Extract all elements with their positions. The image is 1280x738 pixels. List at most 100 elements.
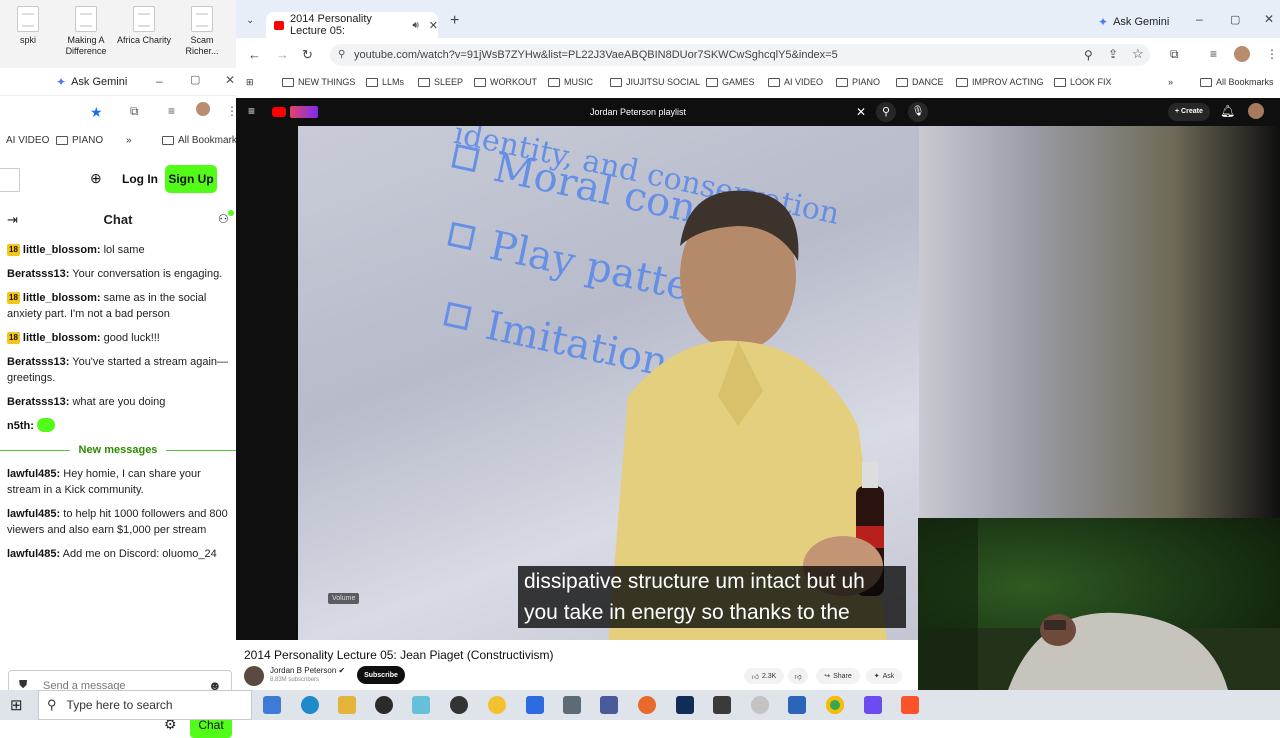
tab-search-icon[interactable]: ⌄ [246,15,254,26]
bookmark-improv-acting[interactable]: IMPROV ACTING [956,77,1044,87]
ask-gemini-button[interactable]: ✦ Ask Gemini [1098,15,1169,29]
chat-username[interactable]: Beratsss13 [7,268,66,280]
profile-avatar[interactable] [1234,46,1250,62]
channel-name[interactable]: Jordan B Peterson ✔ [270,666,345,675]
hamburger-menu-icon[interactable]: ≡ [248,104,255,118]
share-button[interactable]: ↪ Share [816,668,860,684]
bookmark-jiujitsu-social[interactable]: JIUJITSU SOCIAL [610,77,700,87]
bookmark-star-icon[interactable]: ★ [90,104,103,121]
apps-grid-icon[interactable]: ⊞ [246,77,254,88]
bookmark-dance[interactable]: DANCE [896,77,944,87]
app-icon[interactable] [788,696,806,714]
youtube-logo-icon[interactable] [272,107,286,117]
clear-search-icon[interactable]: ✕ [856,105,866,119]
subscribe-button[interactable]: Subscribe [357,666,405,684]
microphone-icon[interactable]: 🎙︎ [908,102,928,122]
bookmark-new-things[interactable]: NEW THINGS [282,77,355,87]
bookmarks-overflow-icon[interactable]: » [126,135,132,146]
chat-username[interactable]: little_blossom [23,332,97,344]
back-icon[interactable]: ← [248,47,261,62]
chat-username[interactable]: little_blossom [23,292,97,304]
youtube-doodle-logo[interactable] [290,106,318,118]
ask-button[interactable]: ✦ Ask [866,668,902,684]
taskbar-search[interactable]: ⚲ Type here to search [38,690,252,720]
video-player[interactable]: identity, and conservation Moral con Pla… [298,126,919,640]
extensions-icon[interactable]: ⧉ [1170,47,1179,62]
bookmark-games[interactable]: GAMES [706,77,755,87]
file-explorer-icon[interactable] [338,696,356,714]
bookmark-workout[interactable]: WORKOUT [474,77,537,87]
docs-icon[interactable] [526,696,544,714]
minimize-icon[interactable]: – [1196,12,1203,26]
obs-icon[interactable] [375,696,393,714]
bookmark-llms[interactable]: LLMs [366,77,404,87]
all-bookmarks[interactable]: All Bookmarks [162,135,242,146]
davinci-resolve-icon[interactable] [713,696,731,714]
notifications-bell-icon[interactable]: 🔔︎ [1220,104,1235,118]
site-info-icon[interactable]: ⚲ [338,44,345,66]
windows-start-icon[interactable]: ⊞ [10,696,23,714]
signup-button[interactable]: Sign Up [165,165,217,193]
desktop-file-scam-richer[interactable]: Scam Richer... [174,6,230,57]
reload-icon[interactable]: ↻ [302,47,313,63]
ask-gemini-button[interactable]: ✦ Ask Gemini [56,75,127,89]
desktop-file-making-a-difference[interactable]: Making A Difference [58,6,114,57]
brave-browser-icon[interactable] [901,696,919,714]
zoom-search-icon[interactable]: ⚲ [1084,48,1093,62]
app-icon[interactable] [751,696,769,714]
extensions-icon[interactable]: ⧉ [130,104,139,119]
profile-avatar[interactable] [196,102,210,116]
users-icon[interactable]: ⚇ [218,212,229,226]
more-menu-icon[interactable]: ⋮ [1266,47,1278,61]
bookmark-star-icon[interactable]: ☆ [1132,46,1144,62]
tab-youtube-lecture[interactable]: 2014 Personality Lecture 05: 🔊︎ ✕ [266,12,438,38]
login-button[interactable]: Log In [122,172,158,186]
app-icon[interactable] [450,696,468,714]
tab-close-icon[interactable]: ✕ [429,19,438,32]
bookmark-sleep[interactable]: SLEEP [418,77,463,87]
media-icon[interactable]: ≡ [1210,47,1217,61]
task-view-icon[interactable] [263,696,281,714]
search-icon[interactable]: ⚲ [876,102,896,122]
bookmark-ai-video[interactable]: AI VIDEO [6,135,49,146]
create-button[interactable]: + Create [1168,103,1210,121]
globe-icon[interactable]: ⊕ [90,170,102,187]
chat-username[interactable]: Beratsss13 [7,396,66,408]
close-icon[interactable]: ✕ [1264,12,1274,26]
maximize-icon[interactable]: ▢ [1230,13,1240,26]
desktop-file-spki[interactable]: spki [0,6,56,46]
install-app-icon[interactable]: ⇪ [1108,47,1118,61]
chat-username[interactable]: lawful485 [7,548,57,560]
all-bookmarks[interactable]: All Bookmarks [1200,77,1274,87]
chat-username[interactable]: lawful485 [7,508,57,520]
bulb-app-icon[interactable] [488,696,506,714]
app-icon[interactable] [864,696,882,714]
chat-message-list[interactable]: 18 little_blossom: lol same Beratsss13: Y… [0,242,236,592]
media-icon[interactable]: ≡ [168,104,175,118]
chat-username[interactable]: n5th [7,420,30,432]
maximize-icon[interactable]: ▢ [190,73,200,86]
audio-playing-icon[interactable]: 🔊︎ [412,20,418,31]
photoshop-icon[interactable] [676,696,694,714]
bookmark-look-fix[interactable]: LOOK FIX [1054,77,1112,87]
chat-username[interactable]: Beratsss13 [7,356,66,368]
bookmark-music[interactable]: MUSIC [548,77,593,87]
url-bar[interactable]: ⚲ youtube.com/watch?v=91jWsB7ZYHw&list=P… [330,44,1150,66]
youtube-search-input[interactable]: Jordan Peterson playlist [582,102,872,122]
forward-icon[interactable]: → [276,47,289,62]
close-icon[interactable]: ✕ [225,73,235,87]
chrome-icon[interactable] [826,696,844,714]
app-icon[interactable] [600,696,618,714]
chat-username[interactable]: little_blossom [23,244,97,256]
channel-avatar[interactable] [244,666,264,686]
bookmark-piano[interactable]: PIANO [56,135,103,146]
account-avatar[interactable] [1248,103,1264,119]
edge-browser-icon[interactable] [301,696,319,714]
minimize-icon[interactable]: – [156,74,163,88]
dislike-button[interactable]: 👎︎ [788,668,808,684]
new-tab-icon[interactable]: + [450,12,459,30]
bookmark-piano[interactable]: PIANO [836,77,880,87]
bookmarks-overflow-icon[interactable]: » [1168,77,1173,87]
sidebar-collapse[interactable] [0,168,20,192]
desktop-file-africa-charity[interactable]: Africa Charity [116,6,172,46]
